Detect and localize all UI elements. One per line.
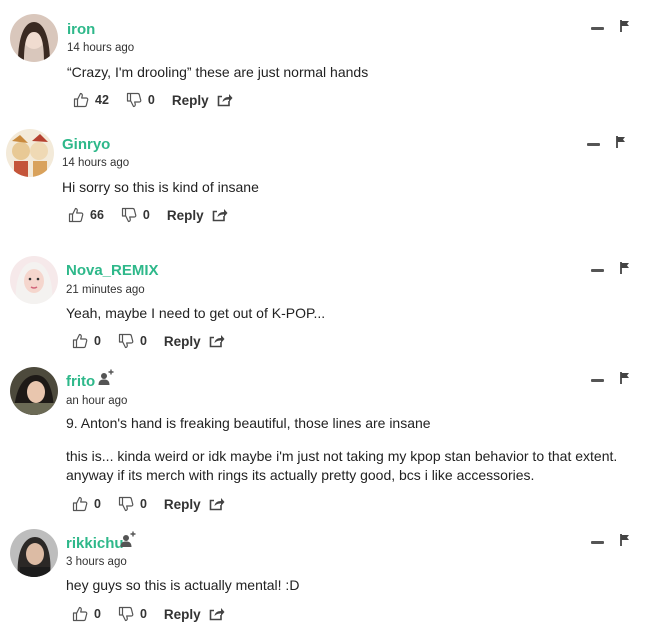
collapse-icon[interactable]	[591, 269, 604, 272]
reply-button[interactable]: Reply	[164, 334, 201, 349]
dislike-count: 0	[142, 208, 150, 222]
dislike-count: 0	[139, 334, 147, 348]
share-icon[interactable]	[209, 334, 225, 348]
reply-button[interactable]: Reply	[164, 497, 201, 512]
user-plus-icon[interactable]	[120, 531, 136, 547]
comment-text: Hi sorry so this is kind of insane	[62, 179, 259, 195]
dislike-button[interactable]: 0	[118, 496, 147, 512]
share-icon[interactable]	[217, 93, 233, 107]
thumbs-down-icon	[126, 92, 142, 108]
comment-actions: 0 0 Reply	[72, 494, 225, 514]
flag-icon[interactable]	[616, 136, 626, 148]
reply-button[interactable]: Reply	[172, 93, 209, 108]
flag-icon[interactable]	[620, 534, 630, 546]
timestamp: 14 hours ago	[62, 157, 130, 169]
comment-actions: 66 0 Reply	[68, 205, 228, 225]
thumbs-up-icon	[73, 92, 89, 108]
dislike-button[interactable]: 0	[121, 207, 150, 223]
comment-actions: 0 0 Reply	[72, 331, 225, 351]
dislike-count: 0	[139, 497, 147, 511]
avatar[interactable]	[10, 14, 58, 62]
user-plus-icon[interactable]	[98, 369, 114, 385]
like-count: 42	[95, 93, 109, 107]
like-button[interactable]: 0	[72, 496, 101, 512]
timestamp: an hour ago	[66, 395, 128, 407]
thumbs-up-icon	[72, 606, 88, 622]
comment-actions: 0 0 Reply	[72, 604, 225, 624]
dislike-button[interactable]: 0	[126, 92, 155, 108]
collapse-icon[interactable]	[591, 379, 604, 382]
collapse-icon[interactable]	[587, 143, 600, 146]
like-count: 0	[94, 607, 101, 621]
like-button[interactable]: 0	[72, 333, 101, 349]
username[interactable]: Ginryo	[62, 136, 110, 153]
comment-actions: 42 0 Reply	[73, 90, 233, 110]
timestamp: 21 minutes ago	[66, 284, 145, 296]
dislike-count: 0	[139, 607, 147, 621]
thumbs-up-icon	[72, 496, 88, 512]
avatar[interactable]	[10, 256, 58, 304]
comment-text: this is... kinda weird or idk maybe i'm …	[66, 448, 618, 464]
thumbs-up-icon	[68, 207, 84, 223]
timestamp: 3 hours ago	[66, 556, 127, 568]
flag-icon[interactable]	[620, 20, 630, 32]
reply-button[interactable]: Reply	[164, 607, 201, 622]
username[interactable]: frito	[66, 373, 95, 390]
collapse-icon[interactable]	[591, 541, 604, 544]
username[interactable]: Nova_REMIX	[66, 262, 159, 279]
avatar[interactable]	[10, 367, 58, 415]
flag-icon[interactable]	[620, 372, 630, 384]
flag-icon[interactable]	[620, 262, 630, 274]
collapse-icon[interactable]	[591, 27, 604, 30]
comment-text: Yeah, maybe I need to get out of K-POP..…	[66, 305, 326, 321]
like-button[interactable]: 0	[72, 606, 101, 622]
like-button[interactable]: 66	[68, 207, 104, 223]
avatar[interactable]	[6, 129, 54, 177]
like-count: 0	[94, 334, 101, 348]
like-count: 66	[90, 208, 104, 222]
like-count: 0	[94, 497, 101, 511]
thumbs-down-icon	[118, 496, 134, 512]
timestamp: 14 hours ago	[67, 42, 135, 54]
share-icon[interactable]	[212, 208, 228, 222]
username[interactable]: iron	[67, 21, 95, 38]
avatar[interactable]	[10, 529, 58, 577]
reply-button[interactable]: Reply	[167, 208, 204, 223]
dislike-count: 0	[147, 93, 155, 107]
thumbs-down-icon	[121, 207, 137, 223]
dislike-button[interactable]: 0	[118, 333, 147, 349]
thumbs-down-icon	[118, 333, 134, 349]
thumbs-down-icon	[118, 606, 134, 622]
like-button[interactable]: 42	[73, 92, 109, 108]
comment-text: anyway if its merch with rings its actua…	[66, 467, 535, 483]
share-icon[interactable]	[209, 607, 225, 621]
share-icon[interactable]	[209, 497, 225, 511]
username[interactable]: rikkichu	[66, 535, 124, 552]
comment-text: hey guys so this is actually mental! :D	[66, 577, 300, 593]
comment-text: 9. Anton's hand is freaking beautiful, t…	[66, 415, 431, 431]
comment-text: “Crazy, I'm drooling” these are just nor…	[67, 64, 369, 80]
dislike-button[interactable]: 0	[118, 606, 147, 622]
thumbs-up-icon	[72, 333, 88, 349]
